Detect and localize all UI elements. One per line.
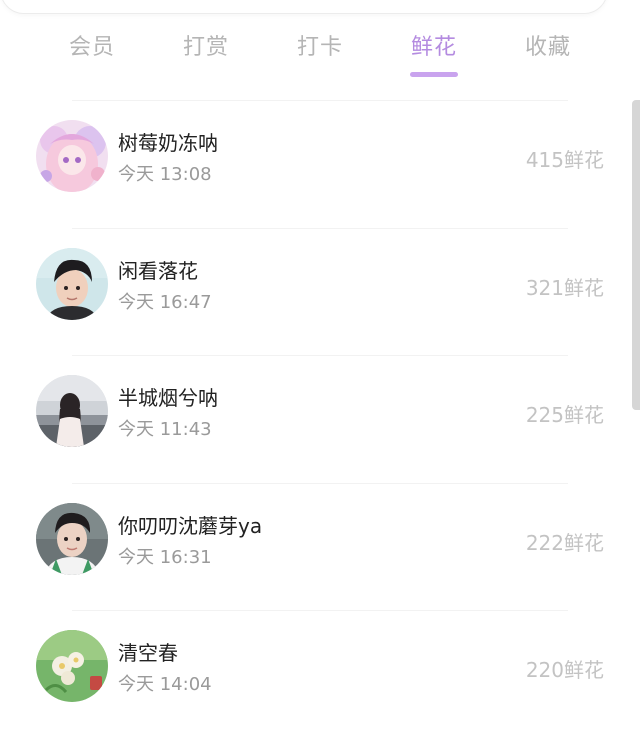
flower-ranking-page: 会员 打赏 打卡 鲜花 收藏 树莓奶冻呐 今天 13:08 415鲜花 闲看落花…	[0, 0, 640, 733]
flowers-green-avatar[interactable]	[36, 630, 108, 702]
list-item[interactable]: 清空春 今天 14:04 220鲜花	[0, 611, 630, 733]
user-name: 清空春	[118, 641, 178, 665]
list-item[interactable]: 半城烟兮呐 今天 11:43 225鲜花	[0, 356, 630, 484]
flower-count: 415鲜花	[525, 148, 604, 172]
timestamp: 今天 13:08	[118, 164, 212, 185]
timestamp: 今天 11:43	[118, 419, 212, 440]
flower-count: 222鲜花	[525, 530, 604, 555]
flower-count: 220鲜花	[525, 658, 604, 682]
user-name: 闲看落花	[118, 258, 198, 283]
scrollbar[interactable]	[632, 100, 640, 410]
flower-count: 321鲜花	[525, 275, 604, 300]
tab-member[interactable]: 会员	[35, 26, 149, 70]
user-name: 你叨叨沈蘑芽ya	[118, 513, 263, 538]
header-card-edge	[0, 0, 608, 14]
tab-tip[interactable]: 打赏	[149, 26, 263, 70]
anime-girl-avatar[interactable]	[36, 120, 108, 192]
flower-list: 树莓奶冻呐 今天 13:08 415鲜花 闲看落花 今天 16:47 321鲜花…	[0, 101, 630, 733]
tab-favorites[interactable]: 收藏	[491, 26, 605, 70]
timestamp: 今天 16:47	[118, 291, 212, 313]
list-item[interactable]: 树莓奶冻呐 今天 13:08 415鲜花	[0, 101, 630, 229]
tab-checkin[interactable]: 打卡	[263, 26, 377, 70]
list-item[interactable]: 你叨叨沈蘑芽ya 今天 16:31 222鲜花	[0, 484, 630, 611]
boy-green-shirt-avatar[interactable]	[36, 502, 108, 575]
boy-portrait-avatar[interactable]	[36, 247, 108, 320]
user-name: 半城烟兮呐	[118, 386, 218, 410]
list-item[interactable]: 闲看落花 今天 16:47 321鲜花	[0, 229, 630, 356]
tab-flowers[interactable]: 鲜花	[377, 26, 491, 70]
flower-count: 225鲜花	[525, 403, 604, 427]
user-name: 树莓奶冻呐	[118, 131, 218, 155]
girl-back-view-avatar[interactable]	[36, 375, 108, 447]
tab-bar: 会员 打赏 打卡 鲜花 收藏	[0, 26, 640, 82]
timestamp: 今天 16:31	[118, 546, 212, 568]
active-tab-indicator	[410, 72, 458, 77]
timestamp: 今天 14:04	[118, 674, 212, 695]
